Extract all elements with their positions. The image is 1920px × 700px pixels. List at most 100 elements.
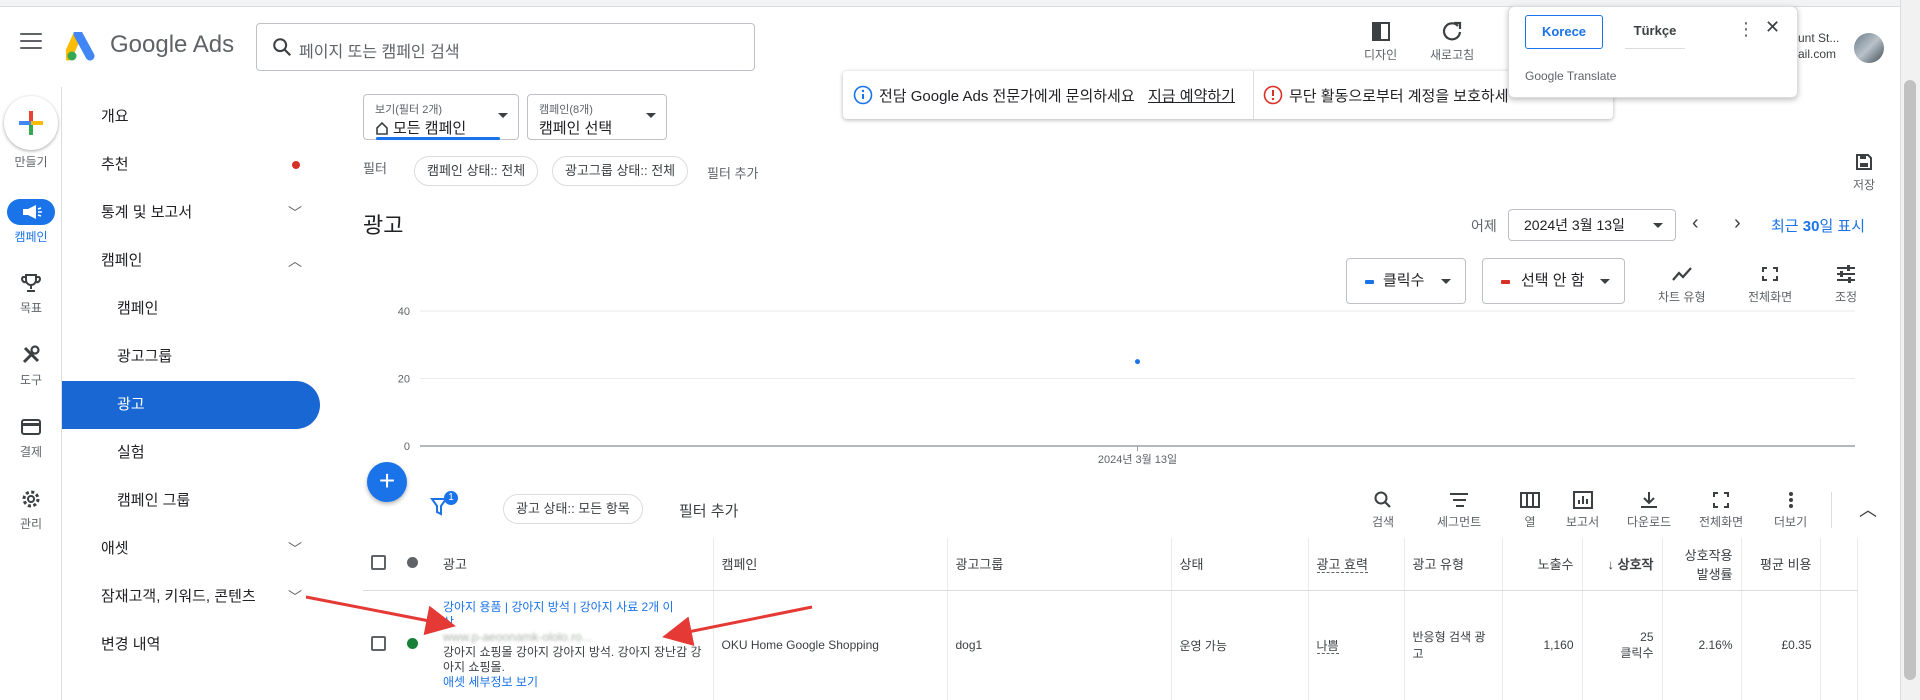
expert-text: 전담 Google Ads 전문가에게 문의하세요 bbox=[879, 88, 1135, 105]
close-icon[interactable]: ✕ bbox=[1765, 17, 1780, 38]
filter-chip-campaign-status[interactable]: 캠페인 상태:: 전체 bbox=[414, 156, 539, 186]
series-color-swatch bbox=[1365, 280, 1374, 284]
google-translate-brand: Google Translate bbox=[1525, 69, 1617, 83]
search-input[interactable]: 페이지 또는 캠페인 검색 bbox=[256, 23, 755, 71]
status-value: 운영 가능 bbox=[1171, 590, 1309, 700]
filter-label: 필터 bbox=[363, 161, 387, 176]
col-header-campaign[interactable]: 캠페인 bbox=[713, 538, 948, 591]
col-header-adgroup[interactable]: 광고그룹 bbox=[947, 538, 1172, 591]
appearance-icon bbox=[1371, 22, 1390, 41]
table-more-button[interactable]: 더보기 bbox=[1774, 490, 1807, 530]
menu-icon[interactable] bbox=[20, 33, 42, 51]
account-info[interactable]: unt St... ail.com bbox=[1798, 30, 1856, 62]
collapse-icon[interactable]: ︿ bbox=[1859, 496, 1877, 522]
prev-date-icon[interactable]: ‹ bbox=[1692, 212, 1699, 235]
book-now-link[interactable]: 지금 예약하기 bbox=[1148, 85, 1235, 106]
home-icon bbox=[376, 121, 388, 135]
ad-headline-link[interactable]: 강아지 용품 | 강아지 방석 | 강아지 사료 2개 이상 bbox=[443, 600, 705, 630]
rail-item-admin[interactable]: 관리 bbox=[0, 487, 62, 532]
refresh-button[interactable]: 새로고침 bbox=[1430, 20, 1474, 63]
rail-item-billing[interactable]: 결제 bbox=[0, 415, 62, 460]
col-header-interactions[interactable]: ↓ 상호작 bbox=[1582, 538, 1663, 591]
nav-item-ad-groups[interactable]: 광고그룹 bbox=[62, 333, 320, 381]
nav-item-ads[interactable]: 광고 bbox=[62, 381, 320, 429]
table-segment-button[interactable]: 세그먼트 bbox=[1437, 490, 1481, 530]
lang-turkish-button[interactable]: Türkçe bbox=[1625, 15, 1685, 49]
asset-details-link[interactable]: 애셋 세부정보 보기 bbox=[443, 675, 705, 690]
table-download-button[interactable]: 다운로드 bbox=[1627, 490, 1671, 530]
lang-korean-button[interactable]: Korece bbox=[1525, 15, 1603, 49]
save-button[interactable]: 저장 bbox=[1853, 152, 1875, 193]
ad-cell: 강아지 용품 | 강아지 방석 | 강아지 사료 2개 이상 www.p-aeo… bbox=[435, 590, 714, 700]
filter-chip-ad-status[interactable]: 광고 상태:: 모든 항목 bbox=[503, 494, 643, 524]
row-checkbox[interactable] bbox=[371, 636, 386, 652]
appearance-button[interactable]: 디자인 bbox=[1364, 20, 1397, 63]
table-row[interactable]: 강아지 용품 | 강아지 방석 | 강아지 사료 2개 이상 www.p-aeo… bbox=[363, 590, 1858, 700]
next-date-icon[interactable]: › bbox=[1734, 212, 1741, 235]
nav-item-campaign-groups[interactable]: 캠페인 그룹 bbox=[62, 477, 320, 525]
last-30-days-link[interactable]: 최근 30일 표시 bbox=[1771, 215, 1865, 236]
interactions-value: 25 클릭수 bbox=[1582, 590, 1663, 700]
create-button[interactable] bbox=[4, 96, 58, 150]
chart-line-icon bbox=[1671, 267, 1692, 281]
campaign-link[interactable]: OKU Home Google Shopping bbox=[713, 590, 948, 700]
columns-icon bbox=[1520, 492, 1540, 508]
col-header-avg-cost[interactable]: 평균 비용 bbox=[1741, 538, 1821, 591]
table-reports-button[interactable]: 보고서 bbox=[1566, 490, 1599, 530]
table-columns-button[interactable]: 열 bbox=[1519, 490, 1541, 530]
dropdown-arrow-icon bbox=[646, 113, 656, 118]
nav-item-audiences[interactable]: 잠재고객, 키워드, 콘텐츠 ﹀ bbox=[62, 573, 320, 621]
nav-item-campaigns[interactable]: 캠페인 bbox=[62, 285, 320, 333]
nav-item-campaigns-group[interactable]: 캠페인 ︿ bbox=[62, 237, 320, 285]
rail-item-tools[interactable]: 도구 bbox=[0, 343, 62, 388]
view-filter-select[interactable]: 보기(필터 2개) 모든 캠페인 bbox=[363, 94, 519, 140]
nav-item-assets[interactable]: 애셋 ﹀ bbox=[62, 525, 320, 573]
col-header-interaction-rate[interactable]: 상호작용 발생률 bbox=[1662, 538, 1742, 591]
search-icon bbox=[273, 38, 292, 57]
protect-text: 무단 활동으로부터 계정을 보호하세 bbox=[1289, 88, 1509, 105]
col-header-impressions[interactable]: 노출수 bbox=[1502, 538, 1583, 591]
y-tick-label: 40 bbox=[398, 306, 410, 318]
table-add-filter-link[interactable]: 필터 추가 bbox=[679, 500, 738, 521]
nav-item-overview[interactable]: 개요 bbox=[62, 93, 320, 141]
data-point[interactable] bbox=[1135, 359, 1140, 365]
table-fullscreen-button[interactable]: 전체화면 bbox=[1699, 490, 1743, 530]
y-tick-label: 20 bbox=[398, 374, 410, 386]
nav-item-change-history[interactable]: 변경 내역 bbox=[62, 621, 320, 669]
tools-icon bbox=[22, 345, 40, 364]
search-icon bbox=[1374, 491, 1391, 508]
fullscreen-icon bbox=[1713, 492, 1730, 508]
more-vert-icon bbox=[1788, 492, 1793, 508]
add-ad-fab[interactable]: + bbox=[367, 462, 407, 502]
trophy-icon bbox=[21, 274, 41, 292]
col-header-ad[interactable]: 광고 bbox=[435, 538, 714, 591]
col-header-ad-strength[interactable]: 광고 효력 bbox=[1308, 538, 1405, 591]
avatar[interactable] bbox=[1854, 33, 1884, 63]
ad-strength-value[interactable]: 나쁨 bbox=[1308, 590, 1405, 700]
rail-item-campaigns[interactable]: 캠페인 bbox=[0, 199, 62, 245]
col-header-status[interactable]: 상태 bbox=[1171, 538, 1309, 591]
adgroup-link[interactable]: dog1 bbox=[947, 590, 1172, 700]
select-all-checkbox[interactable] bbox=[371, 554, 386, 570]
scroll-thumb[interactable] bbox=[1904, 80, 1916, 680]
gear-icon bbox=[22, 490, 40, 508]
more-vert-icon[interactable]: ⋮ bbox=[1737, 19, 1755, 40]
avg-cost-value: £0.35 bbox=[1741, 590, 1821, 700]
rail-item-goals[interactable]: 목표 bbox=[0, 271, 62, 316]
col-header-ad-type[interactable]: 광고 유형 bbox=[1404, 538, 1503, 591]
dropdown-arrow-icon bbox=[1653, 223, 1663, 228]
nav-item-recommendations[interactable]: 추천 bbox=[62, 141, 320, 189]
filter-funnel-button[interactable]: 1 bbox=[430, 491, 458, 522]
table-search-button[interactable]: 검색 bbox=[1372, 490, 1394, 530]
campaign-select[interactable]: 캠페인(8개) 캠페인 선택 bbox=[527, 94, 667, 140]
segment-icon bbox=[1450, 493, 1469, 507]
nav-item-reports[interactable]: 통계 및 보고서 ﹀ bbox=[62, 189, 320, 237]
nav-item-experiments[interactable]: 실험 bbox=[62, 429, 320, 477]
status-header-dot bbox=[407, 557, 418, 569]
series-color-swatch bbox=[1501, 280, 1510, 284]
date-picker[interactable]: 2024년 3월 13일 bbox=[1508, 209, 1676, 241]
add-filter-link[interactable]: 필터 추가 bbox=[707, 163, 758, 182]
status-enabled-dot[interactable] bbox=[407, 638, 418, 650]
filter-chip-adgroup-status[interactable]: 광고그룹 상태:: 전체 bbox=[552, 156, 689, 186]
side-navigation: 개요 추천 통계 및 보고서 ﹀ 캠페인 ︿ 캠페인 광고그룹 광고 실험 캠페인 … bbox=[62, 87, 320, 700]
